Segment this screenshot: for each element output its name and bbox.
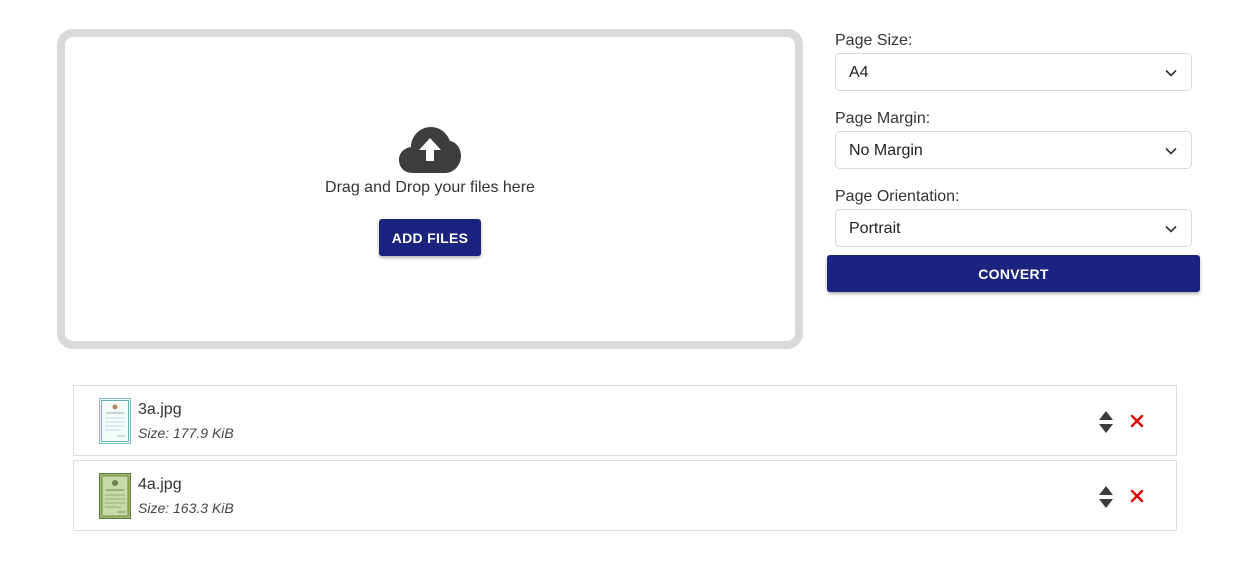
chevron-down-icon <box>1165 69 1177 77</box>
file-name: 3a.jpg <box>138 401 182 418</box>
file-list-item: 3a.jpg Size: 177.9 KiB <box>73 385 1177 456</box>
file-size: Size: 177.9 KiB <box>138 425 234 441</box>
page-margin-value: No Margin <box>849 142 923 159</box>
page-orientation-select[interactable]: Portrait <box>835 209 1192 247</box>
chevron-down-icon <box>1165 225 1177 233</box>
file-name: 4a.jpg <box>138 476 182 493</box>
page-size-label: Page Size: <box>835 32 913 49</box>
add-files-button[interactable]: ADD FILES <box>379 219 481 256</box>
file-list-item: 4a.jpg Size: 163.3 KiB <box>73 460 1177 531</box>
page-orientation-label: Page Orientation: <box>835 188 960 205</box>
file-thumbnail <box>99 398 131 444</box>
page-orientation-value: Portrait <box>849 220 901 237</box>
page-margin-select[interactable]: No Margin <box>835 131 1192 169</box>
page-size-select[interactable]: A4 <box>835 53 1192 91</box>
sort-icon[interactable] <box>1098 485 1114 509</box>
remove-file-icon[interactable] <box>1130 489 1144 503</box>
file-size: Size: 163.3 KiB <box>138 500 234 516</box>
convert-button[interactable]: CONVERT <box>827 255 1200 292</box>
drop-instructions: Drag and Drop your files here <box>325 179 535 196</box>
remove-file-icon[interactable] <box>1130 414 1144 428</box>
file-thumbnail <box>99 473 131 519</box>
chevron-down-icon <box>1165 147 1177 155</box>
page-size-value: A4 <box>849 64 869 81</box>
cloud-upload-icon <box>399 127 461 173</box>
page-margin-label: Page Margin: <box>835 110 931 127</box>
sort-icon[interactable] <box>1098 410 1114 434</box>
file-drop-zone[interactable]: Drag and Drop your files here ADD FILES <box>57 29 803 349</box>
